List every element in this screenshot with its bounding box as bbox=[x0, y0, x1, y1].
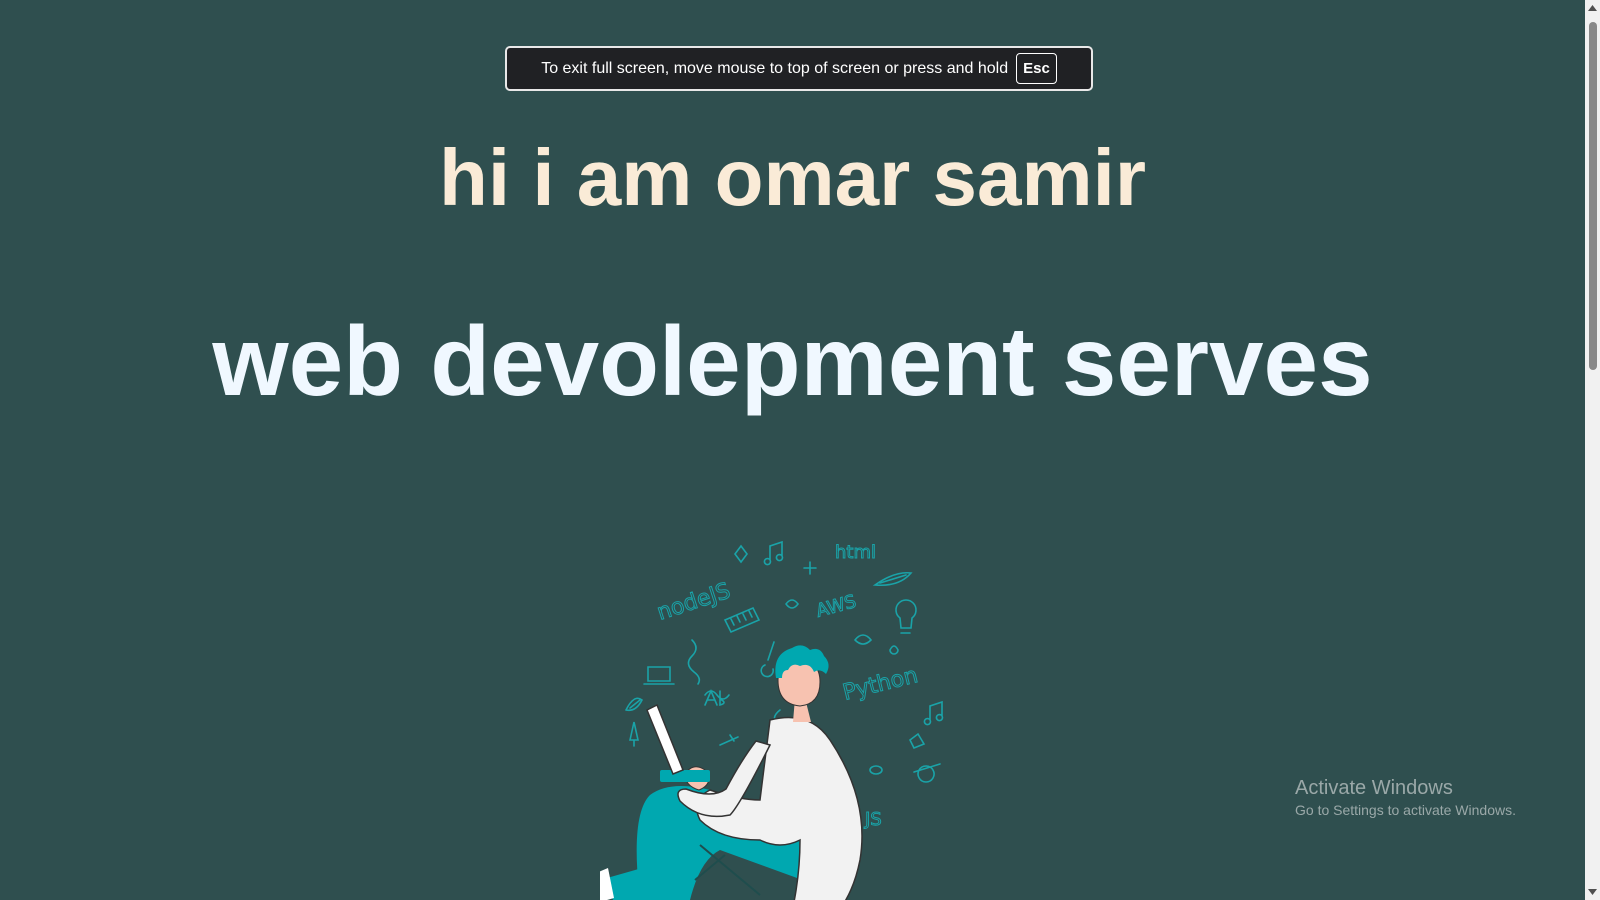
esc-key-badge: Esc bbox=[1016, 53, 1057, 84]
doodle-lightbulb bbox=[895, 599, 917, 634]
doodle-music-note bbox=[763, 540, 784, 566]
doodle-cup bbox=[785, 599, 800, 609]
doodle-html: html bbox=[835, 542, 876, 563]
activate-windows-subtitle: Go to Settings to activate Windows. bbox=[1295, 802, 1516, 818]
doodle-sparkle bbox=[803, 561, 817, 575]
doodle-guitar bbox=[760, 641, 775, 678]
hero-name-heading: hi i am omar samir bbox=[439, 133, 1146, 222]
vertical-scrollbar[interactable] bbox=[1585, 0, 1600, 900]
doodle-laptop-sketch bbox=[643, 666, 675, 685]
doodle-feather bbox=[872, 571, 913, 587]
doodle-music-note-2 bbox=[923, 700, 944, 726]
fullscreen-exit-notice: To exit full screen, move mouse to top o… bbox=[505, 46, 1093, 91]
page: To exit full screen, move mouse to top o… bbox=[0, 0, 1600, 900]
laptop-screen bbox=[646, 703, 684, 775]
doodle-squiggle bbox=[687, 639, 701, 685]
laptop-base bbox=[660, 770, 710, 782]
scroll-down-arrow-icon[interactable] bbox=[1585, 884, 1600, 900]
doodle-nodejs: nodeJS bbox=[654, 579, 733, 626]
doodle-leaf bbox=[625, 697, 644, 712]
scrollbar-thumb[interactable] bbox=[1589, 22, 1597, 370]
doodle-aws: AWS bbox=[814, 591, 859, 622]
doodle-planet bbox=[913, 763, 941, 783]
hero-service-heading: web devolepment serves bbox=[212, 306, 1373, 416]
doodle-gem bbox=[734, 544, 748, 564]
doodle-tree bbox=[629, 721, 639, 747]
fullscreen-notice-message: To exit full screen, move mouse to top o… bbox=[541, 59, 1009, 77]
doodle-js: JS bbox=[864, 809, 882, 830]
doodle-shell bbox=[854, 634, 873, 645]
doodle-keyboard bbox=[723, 606, 761, 634]
activate-windows-watermark: Activate Windows Go to Settings to activ… bbox=[1295, 775, 1516, 819]
activate-windows-title: Activate Windows bbox=[1295, 777, 1453, 799]
doodle-python: Python bbox=[840, 663, 920, 706]
developer-with-laptop-illustration: nodeJS html AWS Python JS bbox=[600, 540, 944, 900]
doodle-bug bbox=[869, 765, 883, 775]
doodle-drop bbox=[889, 645, 899, 655]
developer-figure bbox=[600, 645, 863, 900]
doodle-flask bbox=[908, 732, 926, 750]
scroll-up-arrow-icon[interactable] bbox=[1585, 0, 1600, 16]
